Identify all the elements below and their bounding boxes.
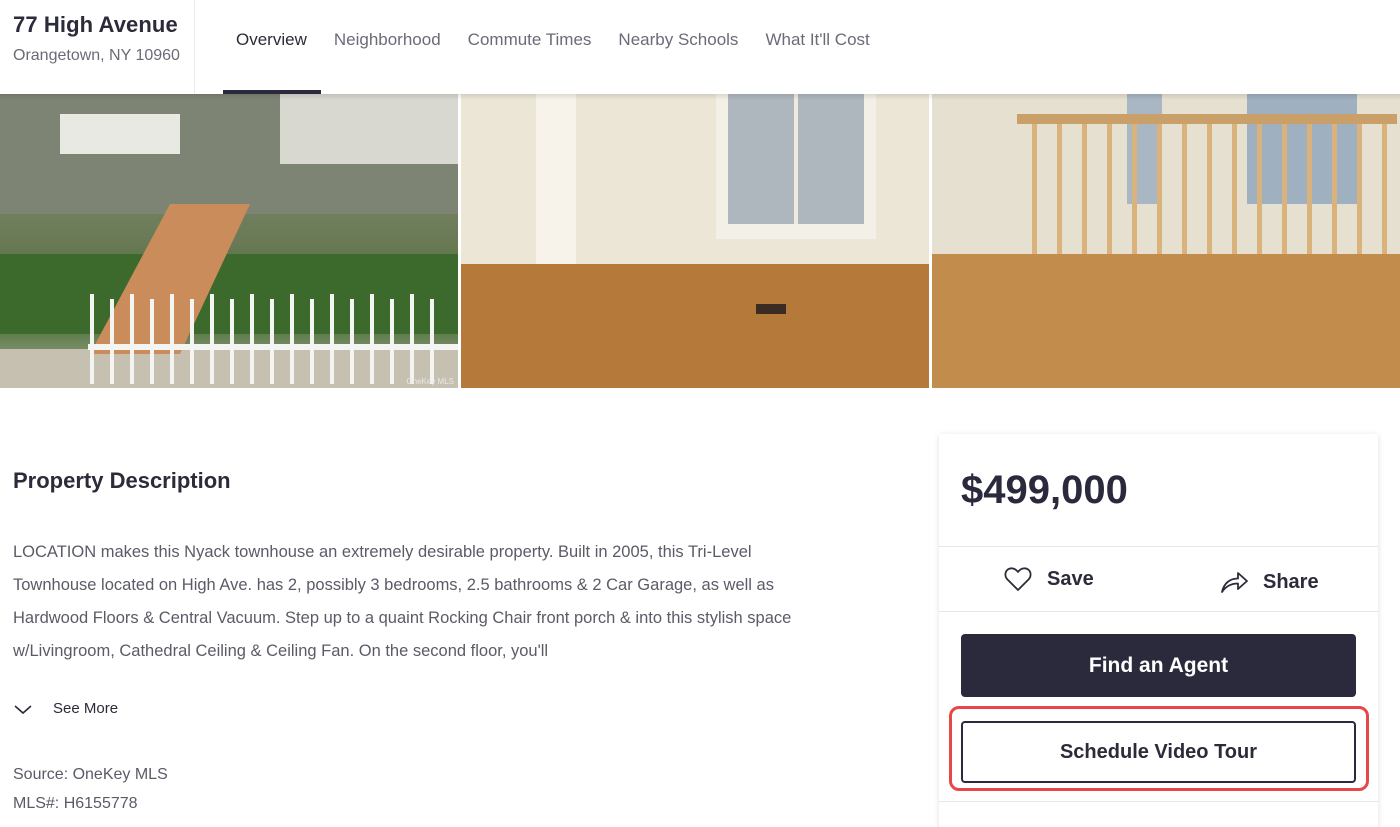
description-heading: Property Description xyxy=(13,468,231,493)
tab-what-itll-cost[interactable]: What It'll Cost xyxy=(752,0,883,94)
address-block: 77 High Avenue Orangetown, NY 10960 xyxy=(0,0,195,94)
section-tabs: Overview Neighborhood Commute Times Near… xyxy=(223,0,884,94)
city-state-zip: Orangetown, NY 10960 xyxy=(13,47,180,64)
header-shadow xyxy=(0,94,1400,100)
street-address: 77 High Avenue xyxy=(13,12,178,37)
photo-living-room[interactable] xyxy=(461,94,929,388)
chevron-down-icon xyxy=(14,704,32,714)
photo-exterior-porch[interactable]: OneKey MLS xyxy=(0,94,458,388)
card-divider xyxy=(939,801,1378,802)
tab-overview[interactable]: Overview xyxy=(223,0,321,94)
schedule-video-tour-button[interactable]: Schedule Video Tour xyxy=(961,721,1356,783)
listing-source: Source: OneKey MLS MLS#: H6155778 xyxy=(13,760,168,818)
share-arrow-icon xyxy=(1221,572,1248,593)
photo-credit: OneKey MLS xyxy=(406,377,454,386)
property-header: 77 High Avenue Orangetown, NY 10960 Over… xyxy=(0,0,1400,94)
card-divider xyxy=(939,611,1378,612)
description-text: LOCATION makes this Nyack townhouse an e… xyxy=(13,543,792,660)
see-more-toggle[interactable]: See More xyxy=(13,700,118,717)
hallway-illustration xyxy=(932,94,1400,388)
see-more-label: See More xyxy=(53,700,119,717)
save-button[interactable]: Save xyxy=(1003,564,1094,594)
share-label: Share xyxy=(1263,570,1319,593)
living-room-illustration xyxy=(461,94,929,388)
porch-illustration xyxy=(0,94,458,388)
source-text: Source: OneKey MLS xyxy=(13,766,168,783)
tab-commute-times[interactable]: Commute Times xyxy=(455,0,606,94)
share-button[interactable]: Share xyxy=(1219,567,1319,597)
card-divider xyxy=(939,546,1378,547)
photo-hallway[interactable] xyxy=(932,94,1400,388)
heart-icon xyxy=(1004,567,1032,591)
save-label: Save xyxy=(1047,567,1094,590)
tab-nearby-schools[interactable]: Nearby Schools xyxy=(605,0,752,94)
photo-gallery: OneKey MLS xyxy=(0,94,1400,388)
find-agent-button[interactable]: Find an Agent xyxy=(961,634,1356,697)
price-card: $499,000 Save Share Find an Agent Schedu… xyxy=(939,434,1378,827)
tab-neighborhood[interactable]: Neighborhood xyxy=(321,0,455,94)
listing-price: $499,000 xyxy=(961,468,1128,512)
mls-number: MLS#: H6155778 xyxy=(13,795,138,812)
